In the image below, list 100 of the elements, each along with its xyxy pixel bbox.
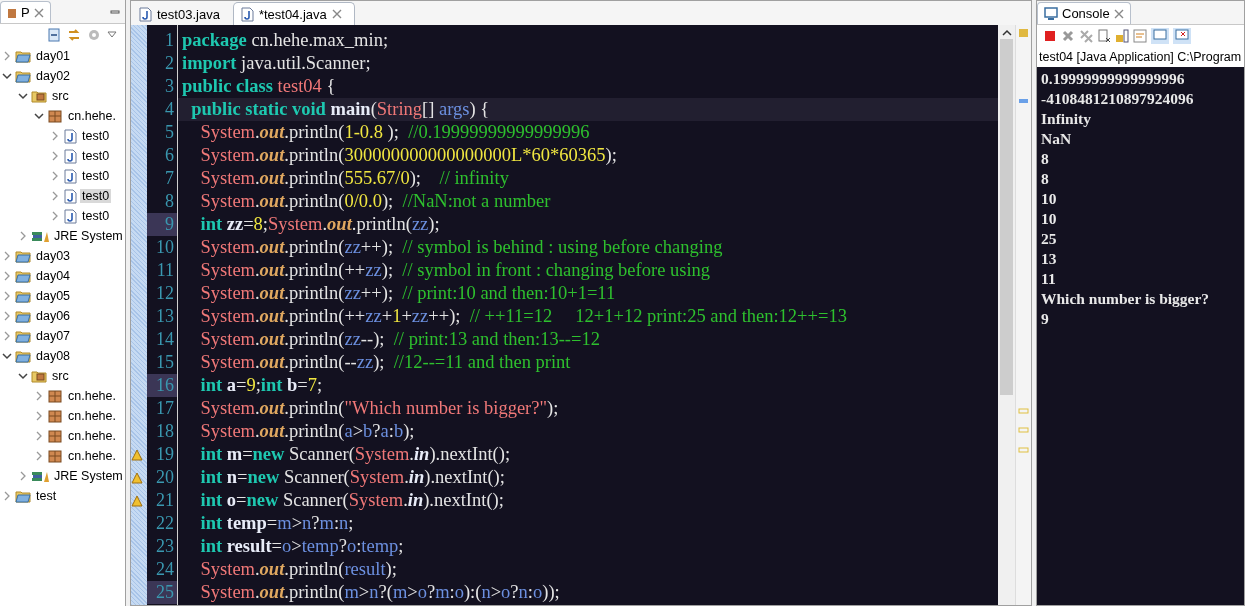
tree-item[interactable]: day01 xyxy=(34,49,73,63)
close-icon[interactable] xyxy=(1113,8,1124,19)
code-line: System.out.println(555.67/0); // infinity xyxy=(199,167,510,190)
tree-item[interactable]: day07 xyxy=(34,329,73,343)
tree-item[interactable]: cn.hehe. xyxy=(66,389,118,403)
console-tab[interactable]: Console xyxy=(1037,2,1131,24)
tree-item[interactable]: test0 xyxy=(80,129,112,143)
java-file-icon xyxy=(239,6,254,22)
tree-item[interactable]: day03 xyxy=(34,249,73,263)
line-number: 12 xyxy=(155,282,175,305)
tree-item[interactable]: test0 xyxy=(80,209,112,223)
console-icon[interactable] xyxy=(1151,28,1169,44)
package-explorer-tab[interactable]: P xyxy=(0,1,51,23)
library-icon xyxy=(31,229,49,243)
tree-item[interactable]: src xyxy=(50,89,71,103)
tree-item[interactable]: cn.hehe. xyxy=(66,429,118,443)
collapse-chevron-icon[interactable] xyxy=(18,371,28,381)
code-line: import java.util.Scanner; xyxy=(181,52,372,75)
expand-chevron-icon[interactable] xyxy=(2,291,12,301)
console-icon[interactable] xyxy=(1173,28,1191,44)
expand-chevron-icon[interactable] xyxy=(50,171,60,181)
expand-chevron-icon[interactable] xyxy=(2,331,12,341)
line-number: 25 xyxy=(147,581,177,604)
code-line: System.out.println(--zz); //12--=11 and then print xyxy=(199,351,572,374)
line-number: 6 xyxy=(164,144,175,167)
line-number: 10 xyxy=(155,236,175,259)
expand-chevron-icon[interactable] xyxy=(34,391,44,401)
warning-icon[interactable] xyxy=(131,471,143,484)
expand-chevron-icon[interactable] xyxy=(18,231,28,241)
collapse-chevron-icon[interactable] xyxy=(2,71,12,81)
expand-chevron-icon[interactable] xyxy=(34,431,44,441)
line-number: 17 xyxy=(155,397,175,420)
clear-console-icon[interactable] xyxy=(1097,29,1111,43)
line-number: 19 xyxy=(155,443,175,466)
scroll-up-icon[interactable] xyxy=(1001,29,1012,37)
expand-chevron-icon[interactable] xyxy=(50,131,60,141)
collapse-chevron-icon[interactable] xyxy=(2,351,12,361)
code-line: int o=new Scanner(System.in).nextInt(); xyxy=(199,489,505,512)
console-output-line: -4108481210897924096 xyxy=(1041,89,1195,109)
java-file-icon xyxy=(63,188,77,204)
link-icon[interactable] xyxy=(67,28,81,42)
expand-chevron-icon[interactable] xyxy=(34,451,44,461)
remove-icon[interactable] xyxy=(1061,29,1075,43)
expand-chevron-icon[interactable] xyxy=(18,471,28,481)
close-icon[interactable] xyxy=(33,7,44,18)
tree-item[interactable]: JRE System xyxy=(52,229,125,243)
tree-item[interactable]: src xyxy=(50,369,71,383)
console-output-line: 10 xyxy=(1041,189,1058,209)
tree-item[interactable]: day06 xyxy=(34,309,73,323)
tree-item[interactable]: test0 xyxy=(80,189,112,203)
stop-icon[interactable] xyxy=(1043,29,1057,43)
collapse-chevron-icon[interactable] xyxy=(18,91,28,101)
tree-item[interactable]: test0 xyxy=(80,149,112,163)
tree-item[interactable]: day04 xyxy=(34,269,73,283)
word-wrap-icon[interactable] xyxy=(1133,29,1147,43)
code-line: public class test04 { xyxy=(181,75,337,98)
tree-item[interactable]: cn.hehe. xyxy=(66,449,118,463)
tree-item[interactable]: JRE System xyxy=(52,469,125,483)
tree-item[interactable]: test0 xyxy=(80,169,112,183)
code-line: System.out.println(zz++); // print:10 and then:10+1=11 xyxy=(199,282,617,305)
tree-item[interactable]: day08 xyxy=(34,349,73,363)
console-output-line: Which number is bigger? xyxy=(1041,289,1211,309)
tree-item[interactable]: cn.hehe. xyxy=(66,109,118,123)
expand-chevron-icon[interactable] xyxy=(50,151,60,161)
expand-chevron-icon[interactable] xyxy=(2,491,12,501)
java-file-icon xyxy=(138,6,152,22)
expand-chevron-icon[interactable] xyxy=(2,271,12,281)
editor-tab[interactable]: test03.java xyxy=(131,2,233,25)
line-number: 8 xyxy=(164,190,175,213)
editor-tab[interactable]: *test04.java xyxy=(232,2,355,25)
tree-item[interactable]: day02 xyxy=(34,69,73,83)
dropdown-icon[interactable] xyxy=(107,31,117,39)
tree-item[interactable]: test xyxy=(34,489,59,503)
code-line: System.out.println("Which number is bigger?"); xyxy=(199,397,560,420)
package-icon xyxy=(47,429,63,443)
line-number: 21 xyxy=(155,489,175,512)
tree-item[interactable]: cn.hehe. xyxy=(66,409,118,423)
code-line: int m=new Scanner(System.in).nextInt(); xyxy=(199,443,512,466)
expand-chevron-icon[interactable] xyxy=(50,211,60,221)
gear-icon[interactable] xyxy=(87,28,101,42)
code-line: System.out.println(1-0.8 ); //0.19999999999999996 xyxy=(199,121,591,144)
collapse-chevron-icon[interactable] xyxy=(34,111,44,121)
code-line: int temp=m>n?m:n; xyxy=(199,512,355,535)
expand-chevron-icon[interactable] xyxy=(34,411,44,421)
code-line: int zz=8;System.out.println(zz); xyxy=(199,213,441,236)
project-folder-icon xyxy=(15,269,31,283)
expand-chevron-icon[interactable] xyxy=(50,191,60,201)
warning-icon[interactable] xyxy=(131,494,143,507)
expand-chevron-icon[interactable] xyxy=(2,251,12,261)
console-output-line: 25 xyxy=(1041,229,1058,249)
code-line: System.out.println(m>n?(m>o?m:o):(n>o?n:o)); xyxy=(199,581,561,604)
expand-chevron-icon[interactable] xyxy=(2,311,12,321)
package-explorer-icon xyxy=(7,6,17,19)
collapse-all-icon[interactable] xyxy=(47,28,61,42)
warning-icon[interactable] xyxy=(131,448,143,461)
expand-chevron-icon[interactable] xyxy=(2,51,12,61)
scrollbar-thumb[interactable] xyxy=(1000,39,1013,395)
tree-item[interactable]: day05 xyxy=(34,289,73,303)
package-icon xyxy=(47,409,63,423)
close-icon[interactable] xyxy=(331,9,342,19)
